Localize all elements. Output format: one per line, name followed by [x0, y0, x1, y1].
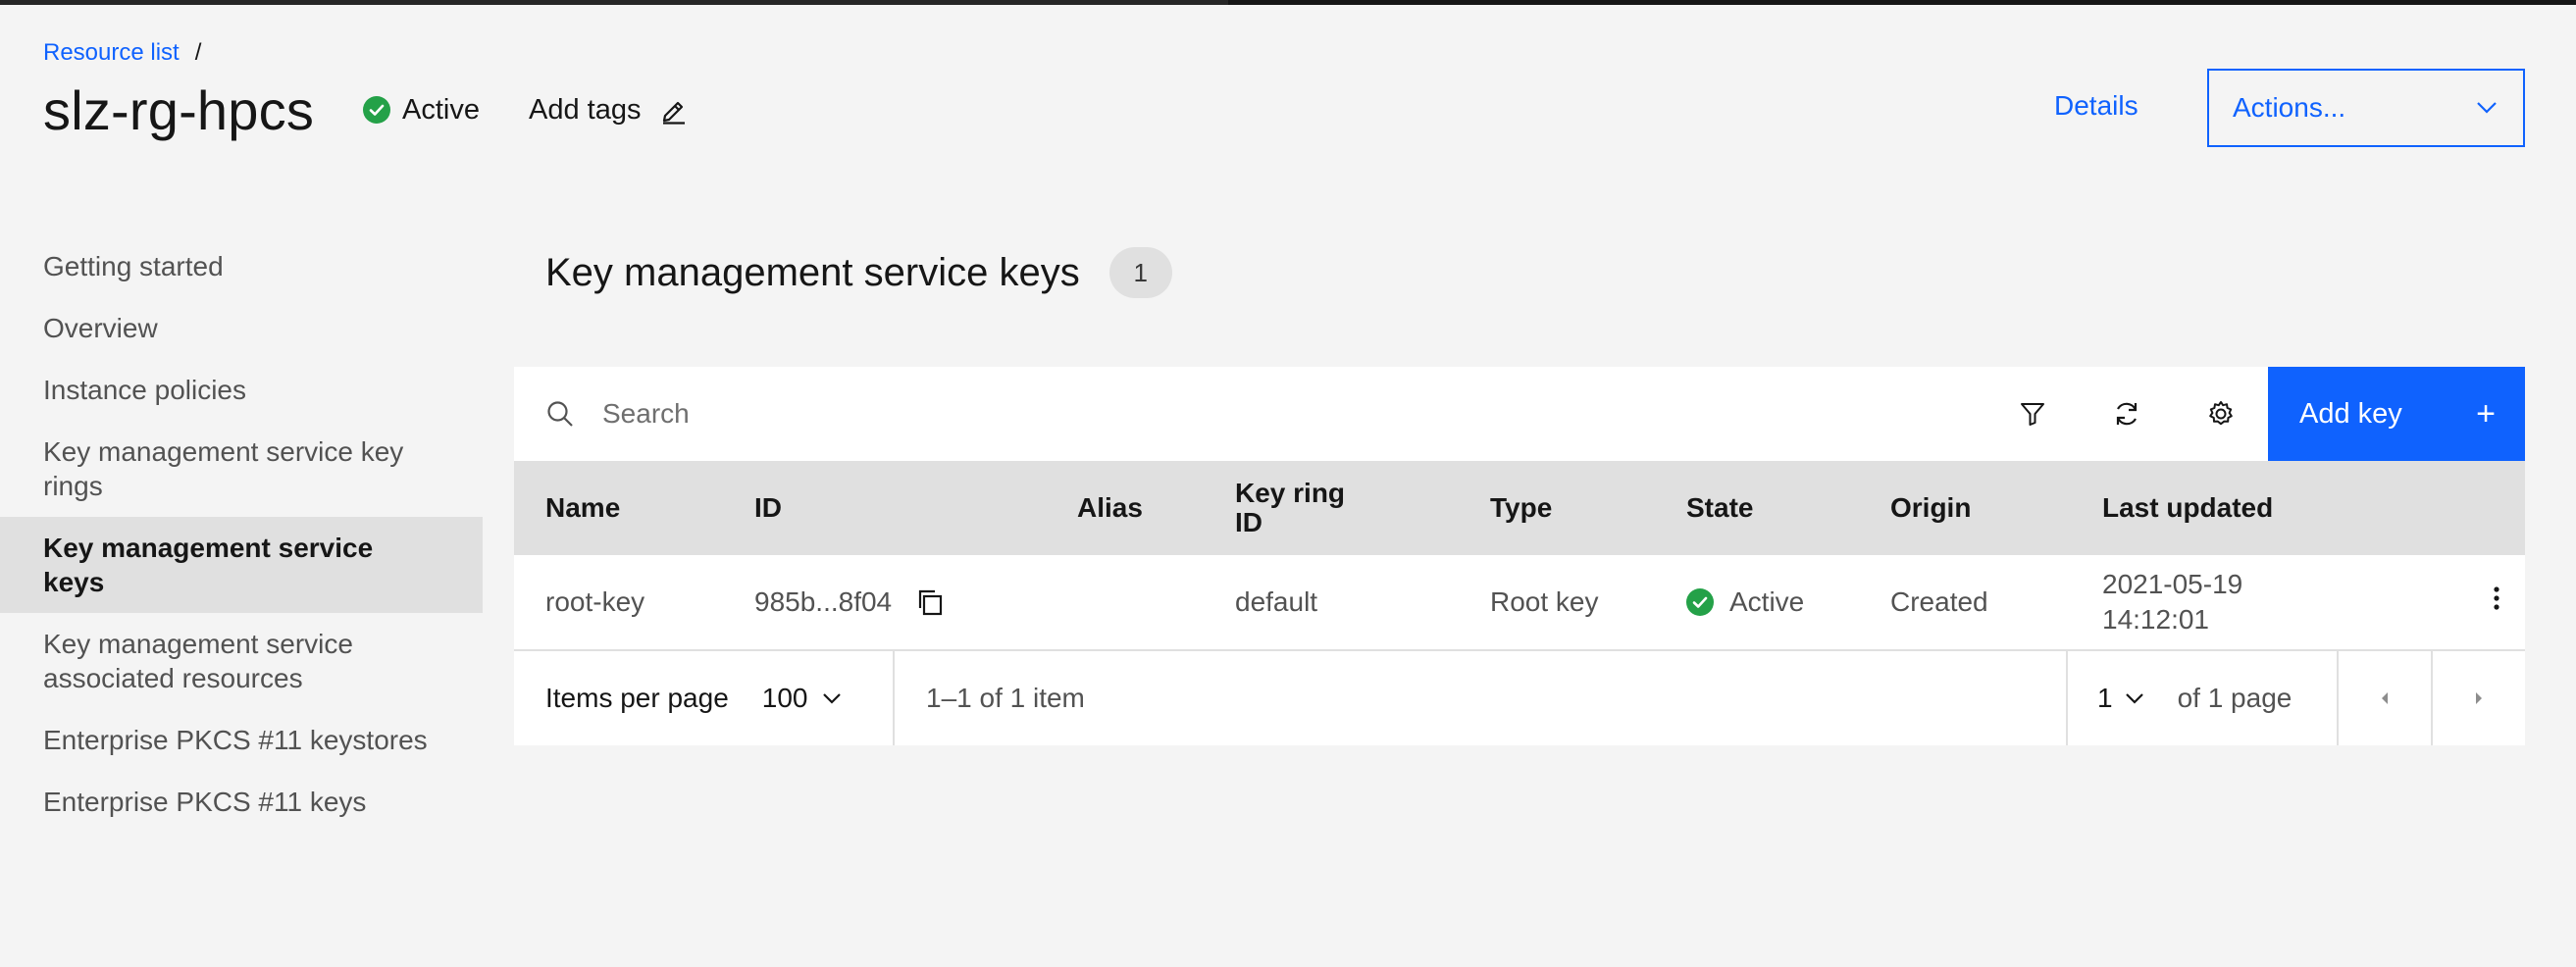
settings-button[interactable]: [2174, 367, 2268, 461]
section-title: Key management service keys: [545, 250, 1080, 294]
search-icon: [547, 401, 573, 427]
sidebar-item-getting-started[interactable]: Getting started: [0, 235, 483, 297]
details-link[interactable]: Details: [2054, 90, 2138, 122]
cell-key-ring-id: default: [1235, 586, 1318, 617]
page-number: 1: [2097, 683, 2113, 713]
sidebar: Getting started Overview Instance polici…: [0, 235, 483, 833]
column-header-key-ring-id[interactable]: Key ring ID: [1204, 461, 1459, 555]
overflow-menu-icon: [2494, 586, 2499, 610]
sidebar-item-overview[interactable]: Overview: [0, 297, 483, 359]
state-label: Active: [1729, 586, 1805, 617]
column-header-last-updated[interactable]: Last updated: [2071, 461, 2437, 555]
next-page-button[interactable]: [2431, 651, 2525, 745]
table-row[interactable]: root-key 985b...8f04 default Root key Ac…: [514, 555, 2525, 650]
search-box: [514, 367, 1985, 461]
breadcrumb: Resource list /: [43, 39, 201, 67]
column-header-state[interactable]: State: [1655, 461, 1859, 555]
cell-last-updated: 2021-05-19 14:12:01: [2071, 555, 2437, 650]
add-key-button[interactable]: Add key +: [2268, 367, 2525, 461]
filter-icon: [2021, 403, 2044, 426]
cell-alias: [1046, 555, 1204, 650]
sidebar-item-associated-resources[interactable]: Key management service associated resour…: [0, 613, 483, 709]
actions-dropdown[interactable]: Actions...: [2207, 69, 2525, 147]
column-header-alias[interactable]: Alias: [1046, 461, 1204, 555]
actions-label: Actions...: [2233, 92, 2346, 123]
page-total: of 1 page: [2177, 683, 2293, 713]
caret-right-icon: [2476, 692, 2482, 704]
breadcrumb-resource-list[interactable]: Resource list: [43, 39, 180, 67]
search-input[interactable]: [602, 398, 1779, 430]
column-header-id[interactable]: ID: [723, 461, 1046, 555]
column-header-name[interactable]: Name: [514, 461, 723, 555]
items-per-page-select[interactable]: 100: [762, 683, 842, 714]
key-id-value: 985b...8f04: [754, 586, 893, 617]
title-row: slz-rg-hpcs Active Add tags: [43, 75, 689, 145]
top-nav-bar: [0, 0, 2576, 5]
column-header-actions: [2437, 461, 2525, 555]
column-header-type[interactable]: Type: [1459, 461, 1655, 555]
add-tags-label: Add tags: [529, 93, 642, 126]
section-header: Key management service keys 1: [545, 241, 1172, 304]
gear-icon: [2209, 401, 2233, 426]
check-circle-icon: [363, 96, 391, 124]
add-tags-button[interactable]: Add tags: [529, 94, 688, 127]
previous-page-button[interactable]: [2337, 651, 2431, 745]
sidebar-item-keys[interactable]: Key management service keys: [0, 517, 483, 613]
cell-origin: Created: [1890, 586, 1988, 617]
caret-left-icon: [2382, 692, 2388, 704]
key-ring-id-header-label: Key ring ID: [1235, 478, 1346, 537]
page-title: slz-rg-hpcs: [43, 78, 315, 141]
sidebar-item-instance-policies[interactable]: Instance policies: [0, 359, 483, 421]
pagination: Items per page 100 1–1 of 1 item 1 of 1 …: [514, 651, 2525, 745]
sidebar-item-pkcs-keys[interactable]: Enterprise PKCS #11 keys: [0, 771, 483, 833]
refresh-button[interactable]: [2080, 367, 2174, 461]
items-per-page-label: Items per page: [545, 683, 729, 713]
plus-icon: +: [2476, 394, 2496, 433]
table-toolbar: Add key +: [514, 367, 2525, 461]
page-number-select[interactable]: 1: [2097, 683, 2144, 714]
pencil-icon: [662, 101, 685, 125]
chevron-down-icon: [2125, 693, 2143, 704]
items-per-page-value: 100: [761, 683, 808, 713]
top-nav-bar-right: [1228, 0, 2576, 5]
add-key-label: Add key: [2299, 397, 2402, 430]
chevron-down-icon: [822, 693, 841, 704]
copy-icon[interactable]: [915, 587, 945, 617]
last-updated-value: 2021-05-19 14:12:01: [2102, 569, 2243, 635]
breadcrumb-separator: /: [194, 39, 202, 66]
keys-table: Name ID Alias Key ring ID Type State Ori…: [514, 461, 2525, 651]
page-selector: 1 of 1 page: [2066, 651, 2337, 745]
check-circle-icon: [1686, 588, 1714, 616]
row-overflow-menu[interactable]: [2437, 555, 2525, 650]
status-label: Active: [402, 93, 481, 126]
refresh-icon: [2116, 402, 2138, 426]
column-header-origin[interactable]: Origin: [1859, 461, 2071, 555]
items-per-page: Items per page 100: [514, 651, 895, 745]
sidebar-item-pkcs-keystores[interactable]: Enterprise PKCS #11 keystores: [0, 709, 483, 771]
count-badge: 1: [1108, 247, 1172, 298]
filter-button[interactable]: [1985, 367, 2080, 461]
status-badge: Active: [363, 94, 480, 127]
cell-name: root-key: [545, 586, 645, 617]
table-header-row: Name ID Alias Key ring ID Type State Ori…: [514, 461, 2525, 555]
cell-state: Active: [1655, 555, 1859, 650]
item-range: 1–1 of 1 item: [926, 683, 1085, 713]
sidebar-item-key-rings[interactable]: Key management service key rings: [0, 421, 483, 517]
cell-type: Root key: [1490, 586, 1599, 617]
chevron-down-icon: [2477, 102, 2497, 114]
cell-id: 985b...8f04: [723, 555, 1046, 650]
